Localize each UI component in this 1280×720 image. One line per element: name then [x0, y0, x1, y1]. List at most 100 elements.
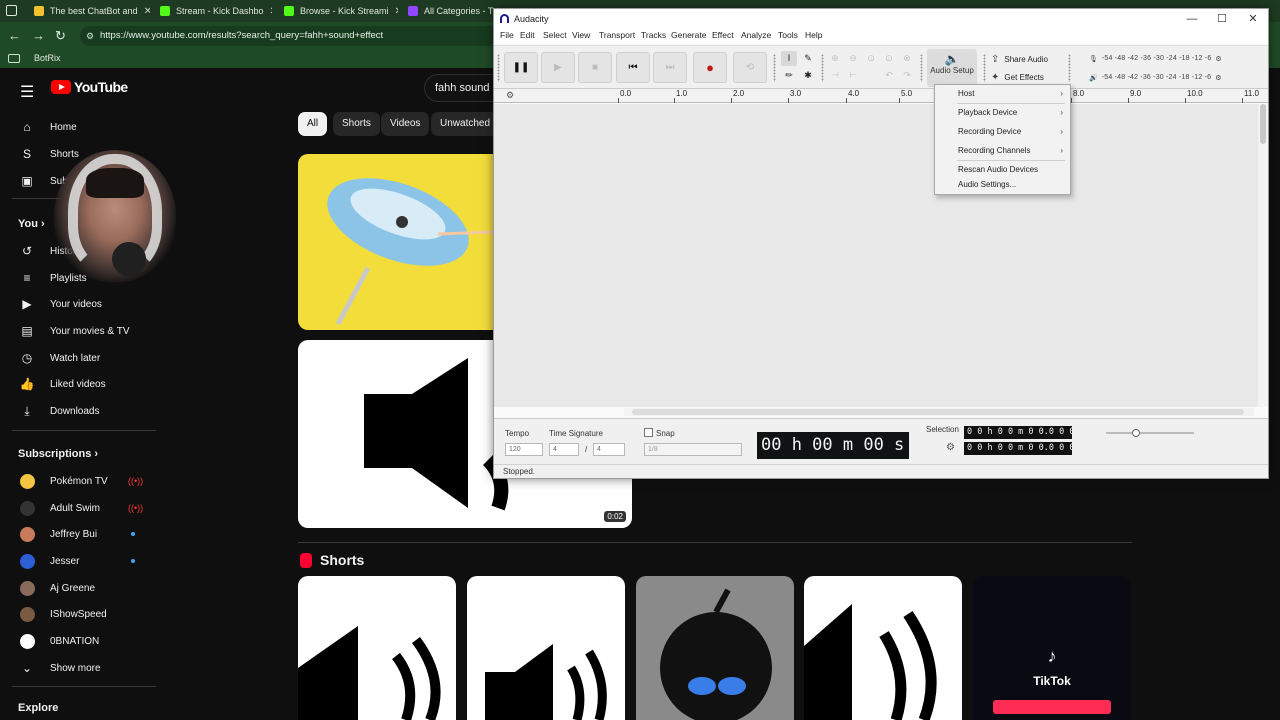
site-info-icon[interactable]: ⚙ [86, 26, 94, 46]
scroll-thumb[interactable] [632, 409, 1244, 415]
trim-icon[interactable]: ⊣ [827, 68, 843, 83]
meter-options-icon[interactable]: ⚙ [1215, 74, 1221, 82]
recording-meter[interactable]: 🎙 -54 -48 -42 -36 -30 -24 -18 -12 -6 ⚙ [1089, 50, 1253, 67]
menu-transport[interactable]: Transport [599, 30, 635, 40]
snap-checkbox[interactable] [644, 428, 653, 437]
draw-tool-icon[interactable]: ✏ [781, 68, 797, 83]
envelope-tool-icon[interactable]: ✎ [800, 51, 816, 66]
toolbar-grip[interactable] [821, 54, 824, 82]
skip-to-start-button[interactable]: ⏮ [616, 52, 650, 83]
tempo-field[interactable]: 120 [505, 443, 543, 456]
play-button[interactable]: ▶ [541, 52, 575, 83]
share-audio-button[interactable]: ⇪ Share Audio [991, 51, 1048, 68]
hamburger-menu-icon[interactable]: ☰ [20, 82, 34, 102]
sidebar-show-more[interactable]: ⌄ Show more [0, 655, 160, 681]
timeline-ruler[interactable]: ⚙ 0.0 1.0 2.0 3.0 4.0 5.0 8.0 9.0 10.0 11.0 [494, 89, 1268, 103]
fit-project-icon[interactable]: ⊙ [881, 51, 897, 66]
stop-button[interactable]: ■ [578, 52, 612, 83]
chip-shorts[interactable]: Shorts [333, 112, 380, 136]
tab-close-icon[interactable]: ✕ [144, 6, 150, 17]
apps-icon[interactable] [8, 54, 20, 63]
browser-tab-2[interactable]: Stream - Kick Dashbo ✕ [152, 0, 272, 22]
scroll-thumb[interactable] [1260, 104, 1266, 144]
reload-icon[interactable]: ↻ [55, 28, 66, 44]
undo-icon[interactable]: ↶ [881, 68, 897, 83]
playback-meter[interactable]: 🔊 -54 -48 -42 -36 -30 -24 -18 -12 -6 ⚙ [1089, 69, 1253, 86]
url-field[interactable]: ⚙ https://www.youtube.com/results?search… [80, 26, 500, 46]
forward-icon[interactable]: → [32, 28, 45, 43]
sidebar-item-channel[interactable]: IShowSpeed [0, 601, 160, 627]
fit-selection-icon[interactable]: ⊙ [863, 51, 879, 66]
menu-view[interactable]: View [572, 30, 590, 40]
playback-speed-slider[interactable] [1106, 432, 1194, 434]
menu-generate[interactable]: Generate [671, 30, 706, 40]
sidebar-item-watch-later[interactable]: ◷ Watch later [0, 345, 160, 371]
bookmark-botrix[interactable]: BotRix [34, 53, 61, 63]
zoom-out-icon[interactable]: ⊖ [845, 51, 861, 66]
menu-effect[interactable]: Effect [712, 30, 734, 40]
menu-tools[interactable]: Tools [778, 30, 798, 40]
menu-analyze[interactable]: Analyze [741, 30, 771, 40]
short-thumbnail[interactable] [636, 576, 794, 720]
search-input[interactable]: fahh sound e [424, 74, 504, 102]
youtube-logo[interactable]: YouTube [51, 79, 128, 95]
sidebar-item-channel[interactable]: Jeffrey Bui [0, 521, 160, 547]
sidebar-item-channel[interactable]: Pokémon TV ((•)) [0, 468, 160, 494]
menu-item-playback-device[interactable]: Playback Device › [936, 104, 1069, 122]
short-thumbnail[interactable]: ♪ TikTok [973, 576, 1131, 720]
browser-tab-4[interactable]: All Categories - Twit [400, 0, 496, 22]
audio-setup-button[interactable]: 🔈 Audio Setup [927, 49, 977, 87]
minimize-button[interactable]: — [1177, 9, 1207, 29]
timeline-options-icon[interactable]: ⚙ [506, 90, 514, 101]
sidebar-item-channel[interactable]: Aj Greene [0, 575, 160, 601]
vertical-scrollbar[interactable] [1258, 104, 1268, 407]
track-area[interactable] [494, 104, 1258, 407]
menu-item-recording-channels[interactable]: Recording Channels › [936, 142, 1069, 160]
browser-tab-3[interactable]: Browse - Kick Streami ✕ [276, 0, 398, 22]
chip-videos[interactable]: Videos [381, 112, 430, 136]
record-button[interactable]: ● [693, 52, 727, 83]
toolbar-grip[interactable] [1068, 54, 1071, 82]
silence-icon[interactable]: ⊢ [845, 68, 861, 83]
slider-thumb[interactable] [1132, 429, 1140, 437]
loop-button[interactable]: ⟲ [733, 52, 767, 83]
sidebar-item-channel[interactable]: 0BNATION [0, 628, 160, 654]
toolbar-grip[interactable] [983, 54, 986, 82]
short-thumbnail[interactable] [298, 576, 456, 720]
sidebar-item-channel[interactable]: Jesser [0, 548, 160, 574]
short-thumbnail[interactable] [804, 576, 962, 720]
sidebar-item-channel[interactable]: Adult Swim ((•)) [0, 495, 160, 521]
menu-item-audio-settings[interactable]: Audio Settings... [936, 176, 1069, 194]
horizontal-scrollbar[interactable] [624, 408, 1254, 416]
sidebar-item-home[interactable]: ⌂ Home [0, 114, 160, 140]
maximize-button[interactable]: ☐ [1207, 9, 1237, 29]
short-thumbnail[interactable] [467, 576, 625, 720]
snap-select[interactable]: 1/8 [644, 443, 742, 456]
sidebar-item-downloads[interactable]: ⤓ Downloads [0, 398, 160, 424]
pause-button[interactable]: ❚❚ [504, 52, 538, 83]
menu-item-host[interactable]: Host › [936, 85, 1069, 103]
tab-close-icon[interactable]: ✕ [270, 6, 272, 17]
sidebar-item-your-videos[interactable]: ▶ Your videos [0, 291, 160, 317]
selection-start-field[interactable]: 0 0 h 0 0 m 0 0.0 0 0 s [964, 426, 1085, 439]
skip-to-end-button[interactable]: ⏭ [653, 52, 687, 83]
menu-select[interactable]: Select [543, 30, 567, 40]
menu-file[interactable]: File [500, 30, 514, 40]
zoom-toggle-icon[interactable]: ⊗ [899, 51, 915, 66]
tab-close-icon[interactable]: ✕ [395, 6, 398, 17]
sidebar-item-movies-tv[interactable]: ▤ Your movies & TV [0, 318, 160, 344]
chip-unwatched[interactable]: Unwatched [431, 112, 500, 136]
tab-search-icon[interactable] [6, 5, 17, 16]
empty-track-pane[interactable] [494, 104, 1258, 407]
chip-all[interactable]: All [298, 112, 328, 136]
time-signature-lower[interactable]: 4 [593, 443, 625, 456]
selection-end-field[interactable]: 0 0 h 0 0 m 0 0.0 0 0 s [964, 442, 1085, 455]
sidebar-item-liked-videos[interactable]: 👍 Liked videos [0, 371, 160, 397]
time-display[interactable]: 00 h 00 m 00 s [757, 432, 909, 459]
close-button[interactable]: ✕ [1238, 9, 1268, 29]
selection-options-icon[interactable]: ⚙ [946, 442, 955, 453]
menu-help[interactable]: Help [805, 30, 822, 40]
menu-item-recording-device[interactable]: Recording Device › [936, 123, 1069, 141]
toolbar-grip[interactable] [773, 54, 776, 82]
toolbar-grip[interactable] [920, 54, 923, 82]
